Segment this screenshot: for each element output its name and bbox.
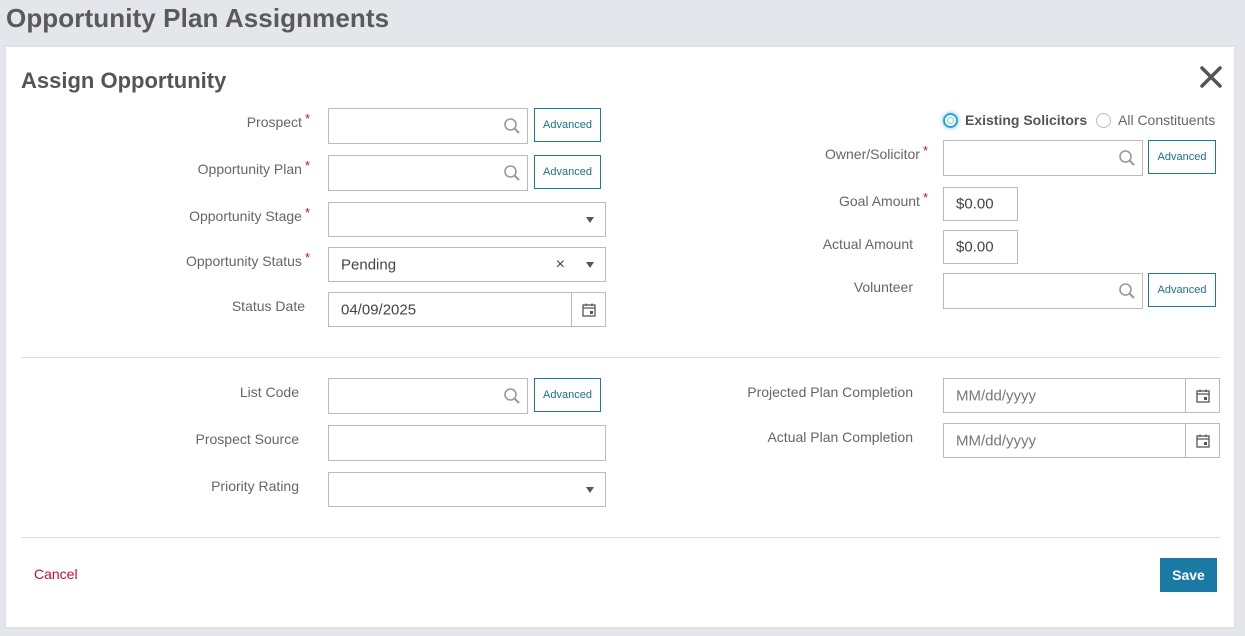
prospect-label: Prospect * <box>246 111 310 130</box>
priority-rating-label: Priority Rating <box>211 478 299 494</box>
status-date-label: Status Date <box>231 298 305 314</box>
radio-selected-icon <box>943 112 958 128</box>
search-icon[interactable] <box>497 156 527 190</box>
save-button[interactable]: Save <box>1160 558 1217 592</box>
status-date-input[interactable]: 04/09/2025 <box>328 292 606 327</box>
list-code-input[interactable] <box>328 378 528 414</box>
opportunity-status-label: Opportunity Status * <box>185 250 310 269</box>
prospect-source-input[interactable] <box>328 425 606 461</box>
calendar-icon[interactable] <box>571 293 605 326</box>
list-code-label: List Code <box>239 384 299 400</box>
page-title: Opportunity Plan Assignments <box>6 3 390 33</box>
opportunity-plan-input[interactable] <box>328 155 528 191</box>
volunteer-advanced-button[interactable]: Advanced <box>1148 273 1216 307</box>
owner-solicitor-label: Owner/Solicitor * <box>825 143 928 162</box>
prospect-source-label: Prospect Source <box>195 431 300 447</box>
prospect-input[interactable] <box>328 108 528 144</box>
cancel-button[interactable]: Cancel <box>34 566 78 582</box>
calendar-icon[interactable] <box>1185 379 1219 412</box>
opportunity-status-select[interactable]: Pending × <box>328 247 606 282</box>
radio-unselected-icon <box>1096 112 1111 128</box>
priority-rating-select[interactable] <box>328 472 606 507</box>
opportunity-plan-label: Opportunity Plan * <box>197 158 310 177</box>
list-code-advanced-button[interactable]: Advanced <box>534 378 601 412</box>
assign-opportunity-modal: Assign Opportunity Prospect * Advanced Op… <box>6 47 1234 627</box>
search-icon[interactable] <box>497 379 527 413</box>
clear-icon[interactable]: × <box>556 256 565 274</box>
goal-amount-input[interactable]: $0.00 <box>943 187 1018 221</box>
search-icon[interactable] <box>497 109 527 143</box>
owner-solicitor-input[interactable] <box>943 140 1143 176</box>
chevron-down-icon <box>575 248 605 281</box>
goal-amount-label: Goal Amount * <box>839 190 928 209</box>
volunteer-input[interactable] <box>943 273 1143 309</box>
actual-amount-input[interactable]: $0.00 <box>943 230 1018 264</box>
search-icon[interactable] <box>1112 274 1142 308</box>
owner-solicitor-advanced-button[interactable]: Advanced <box>1148 140 1216 174</box>
close-icon[interactable] <box>1199 65 1223 89</box>
chevron-down-icon <box>575 203 605 236</box>
volunteer-label: Volunteer <box>853 279 913 295</box>
actual-plan-completion-input[interactable]: MM/dd/yyyy <box>943 423 1220 458</box>
projected-plan-completion-label: Projected Plan Completion <box>747 384 913 400</box>
modal-title: Assign Opportunity <box>21 68 227 93</box>
calendar-icon[interactable] <box>1185 424 1219 457</box>
opportunity-stage-select[interactable] <box>328 202 606 237</box>
section-divider <box>21 357 1220 358</box>
search-icon[interactable] <box>1112 141 1142 175</box>
prospect-advanced-button[interactable]: Advanced <box>534 108 601 142</box>
projected-plan-completion-input[interactable]: MM/dd/yyyy <box>943 378 1220 413</box>
all-constituents-radio[interactable]: All Constituents <box>1096 112 1215 128</box>
chevron-down-icon <box>575 473 605 506</box>
footer-divider <box>21 537 1220 538</box>
existing-solicitors-radio[interactable]: Existing Solicitors <box>943 112 1087 128</box>
opportunity-plan-advanced-button[interactable]: Advanced <box>534 155 601 189</box>
opportunity-stage-label: Opportunity Stage * <box>189 205 310 224</box>
actual-amount-label: Actual Amount <box>822 236 913 252</box>
actual-plan-completion-label: Actual Plan Completion <box>767 429 913 445</box>
